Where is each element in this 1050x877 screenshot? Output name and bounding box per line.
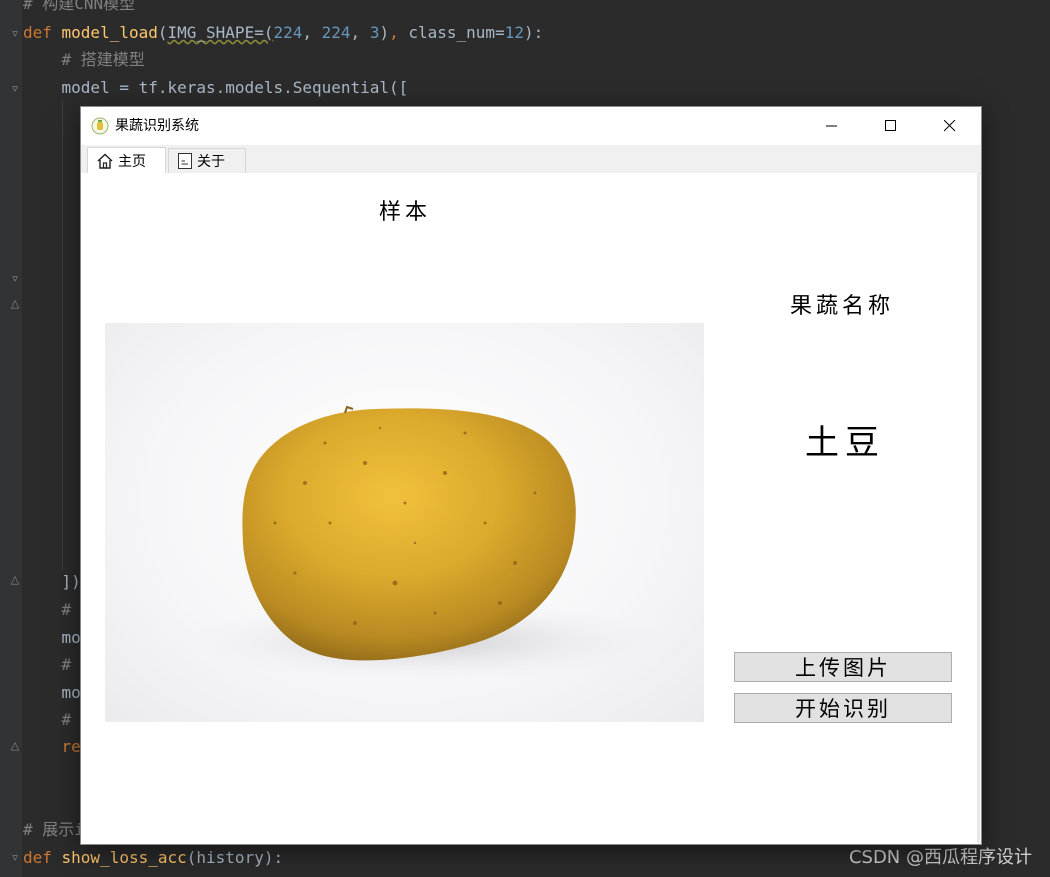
code-token: IMG_SHAPE=(	[167, 23, 274, 42]
indent-guide	[62, 100, 63, 570]
code-line[interactable]: mo	[23, 626, 81, 650]
app-window: 果蔬识别系统 主页 关于 样本 果蔬名称 土豆 上传图片 开始识别	[81, 107, 981, 844]
code-token: (	[157, 23, 168, 42]
potato-image	[185, 405, 665, 681]
result-text: 土豆	[805, 423, 885, 463]
code-line[interactable]: model = tf.keras.models.Sequential([	[23, 76, 409, 100]
maximize-button[interactable]	[862, 107, 920, 145]
code-line[interactable]: mo	[23, 681, 81, 705]
code-token: show_loss_acc	[61, 848, 187, 867]
code-line[interactable]: # 搭建模型	[23, 48, 145, 72]
code-token: mo	[23, 683, 81, 702]
code-line[interactable]: #	[23, 598, 72, 622]
code-line[interactable]: # 展示i	[23, 818, 84, 842]
document-icon	[178, 153, 192, 169]
tab-bar: 主页 关于	[81, 145, 981, 174]
code-token: ,	[302, 23, 322, 42]
tab-about-label: 关于	[197, 154, 225, 170]
code-line[interactable]: #	[23, 708, 72, 732]
code-token: 3	[369, 23, 380, 42]
minimize-button[interactable]	[803, 107, 861, 145]
code-token: # 构建CNN模型	[23, 0, 136, 13]
code-token: ])	[23, 572, 81, 591]
name-label: 果蔬名称	[790, 294, 895, 319]
code-token: re	[23, 737, 81, 756]
code-token: ):	[523, 23, 544, 42]
title-bar[interactable]: 果蔬识别系统	[81, 107, 981, 145]
watermark: CSDN @西瓜程序设计	[848, 847, 1032, 868]
code-token: def	[23, 848, 62, 867]
code-token: ,	[350, 23, 370, 42]
code-token: 224	[321, 23, 351, 42]
code-line[interactable]: re	[23, 735, 81, 759]
code-line[interactable]: def model_load(IMG_SHAPE=(224, 224, 3), …	[23, 21, 543, 45]
window-title: 果蔬识别系统	[115, 118, 199, 134]
tab-home-label: 主页	[118, 153, 146, 170]
code-line[interactable]: # 构建CNN模型	[23, 0, 135, 16]
app-icon	[91, 117, 109, 135]
code-token: )	[379, 23, 390, 42]
sample-image	[105, 323, 704, 722]
fold-icon[interactable]: △	[9, 298, 21, 310]
maximize-icon	[885, 120, 896, 131]
fold-icon[interactable]: ▿	[9, 273, 21, 285]
tab-about[interactable]: 关于	[168, 148, 246, 173]
code-token: 224	[273, 23, 303, 42]
home-icon	[97, 153, 113, 169]
code-token: 12	[504, 23, 524, 42]
code-token: def	[23, 23, 62, 42]
fold-icon[interactable]: ▿	[9, 83, 21, 95]
upload-image-button[interactable]: 上传图片	[734, 652, 952, 682]
code-token: (history):	[186, 848, 284, 867]
code-token: #	[23, 710, 72, 729]
code-token: #	[23, 655, 72, 674]
code-token: mo	[23, 628, 81, 647]
code-line[interactable]: def show_loss_acc(history):	[23, 846, 283, 870]
fold-icon[interactable]: ▿	[9, 28, 21, 40]
code-token: # 搭建模型	[23, 50, 145, 69]
code-token: # 展示i	[23, 820, 84, 839]
close-button[interactable]	[921, 107, 979, 145]
code-token: model_load	[61, 23, 158, 42]
minimize-icon	[826, 125, 837, 127]
fold-icon[interactable]: ▿	[9, 852, 21, 864]
code-line[interactable]: #	[23, 653, 72, 677]
sample-label: 样本	[379, 200, 432, 225]
code-token: class_num=	[408, 23, 505, 42]
code-token: model = tf.keras.models.Sequential([	[23, 78, 409, 97]
code-token: #	[23, 600, 72, 619]
code-token: ,	[389, 23, 409, 42]
tab-home[interactable]: 主页	[87, 147, 166, 173]
code-line[interactable]: ])	[23, 570, 81, 594]
home-panel: 样本 果蔬名称 土豆 上传图片 开始识别	[81, 173, 980, 843]
close-icon	[944, 120, 956, 132]
fold-icon[interactable]: △	[9, 740, 21, 752]
fold-icon[interactable]: △	[9, 574, 21, 586]
start-recognition-button[interactable]: 开始识别	[734, 693, 952, 723]
